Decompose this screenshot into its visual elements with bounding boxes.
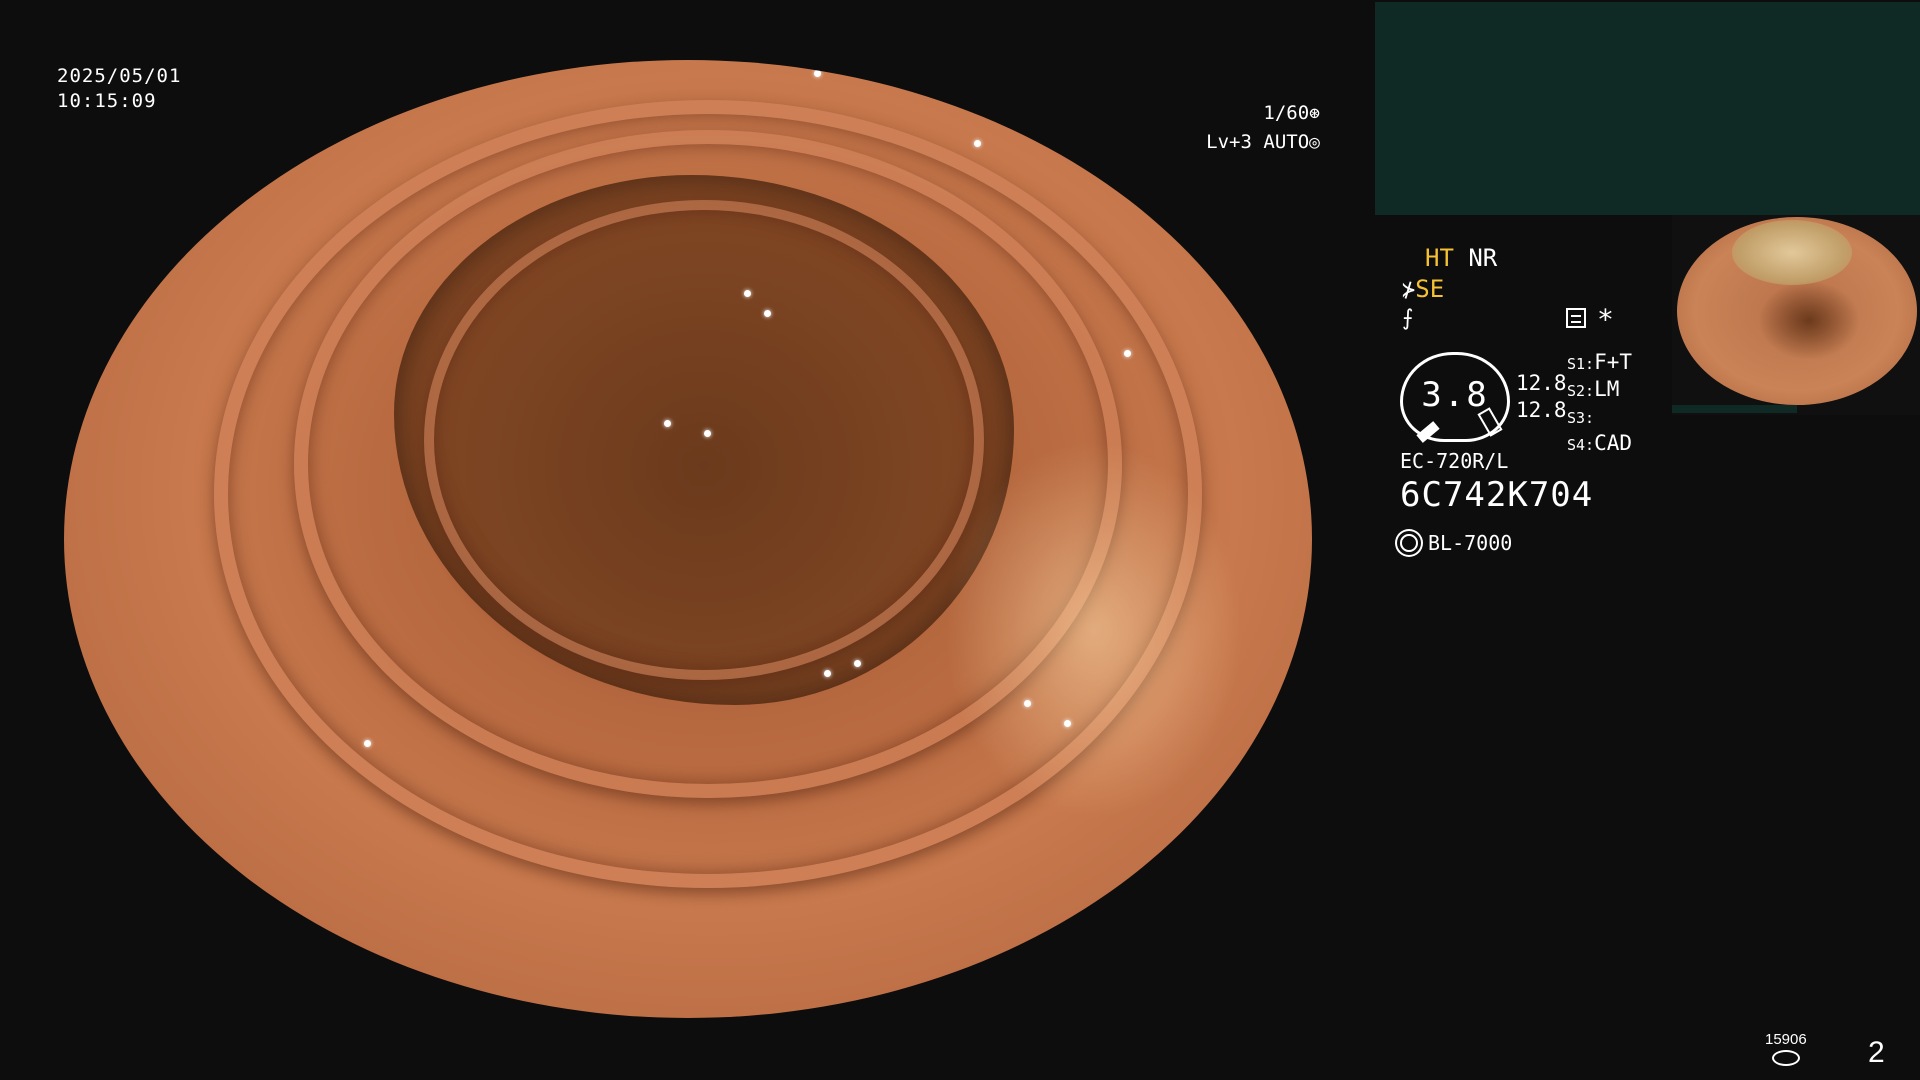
- gauge-upper: 12.8: [1516, 371, 1567, 395]
- secondary-display-panel: [1375, 2, 1920, 215]
- reflection-dot: [1124, 350, 1131, 357]
- reflection-dot: [814, 70, 821, 77]
- endoscope-video-view: [64, 60, 1312, 1018]
- switch-s2: S2:LM: [1567, 377, 1632, 404]
- star-icon: *: [1597, 303, 1614, 336]
- auto-iris-icon: ◎: [1309, 132, 1320, 153]
- date-text: 2025/05/01: [57, 65, 182, 87]
- reflection-dot: [1064, 720, 1071, 727]
- aperture-icon: ⊛: [1309, 103, 1320, 124]
- light-source-icon: [1400, 534, 1418, 552]
- reflection-dot: [704, 430, 711, 437]
- switch-s3: S3:: [1567, 404, 1632, 431]
- reflection-dot: [764, 310, 771, 317]
- reflection-dot: [824, 670, 831, 677]
- thumbnail-froth: [1732, 220, 1852, 285]
- mode-row-ht: HT NR: [1425, 243, 1497, 273]
- timestamp: 2025/05/01 10:15:09: [57, 64, 181, 114]
- switch-s4-label: S4:: [1567, 436, 1595, 454]
- light-source-label: BL-7000: [1428, 531, 1513, 555]
- reflection-dot: [974, 140, 981, 147]
- reflection-dot: [1024, 700, 1031, 707]
- freeze-icon: ⨍: [1402, 306, 1414, 331]
- gauge-needle-left: [1416, 421, 1440, 443]
- switch-s2-label: S2:: [1567, 382, 1595, 400]
- gauge-value: 3.8: [1421, 375, 1489, 415]
- storage-count: 15906: [1765, 1031, 1807, 1048]
- se-indicator: SE: [1415, 275, 1445, 303]
- thumbnail-preview[interactable]: [1672, 215, 1920, 415]
- menu-icon[interactable]: [1566, 308, 1586, 328]
- light-source: BL-7000: [1400, 531, 1512, 555]
- reflection-dot: [744, 290, 751, 297]
- mucosal-fold: [424, 200, 984, 680]
- reflection-dot: [664, 420, 671, 427]
- switch-s1-label: S1:: [1567, 355, 1595, 373]
- nr-indicator: NR: [1468, 244, 1498, 272]
- switch-s2-value: LM: [1594, 377, 1620, 401]
- page-number: 2: [1868, 1036, 1885, 1069]
- light-reflection: [944, 440, 1244, 820]
- switch-s1: S1:F+T: [1567, 350, 1632, 377]
- switch-s3-label: S3:: [1567, 409, 1595, 427]
- endoscopy-screen: 2025/05/01 10:15:09 1/60⊛ Lv+3 AUTO◎ HT …: [0, 0, 1920, 1080]
- reflection-dot: [854, 660, 861, 667]
- shutter-info: 1/60⊛ Lv+3 AUTO◎: [1206, 99, 1320, 157]
- switch-settings: S1:F+T S2:LM S3: S4:CAD: [1567, 350, 1632, 458]
- switch-s1-value: F+T: [1594, 350, 1633, 374]
- reflection-dot: [364, 740, 371, 747]
- switch-s4: S4:CAD: [1567, 431, 1632, 458]
- iris-mode: AUTO: [1263, 131, 1310, 153]
- gauge-lower: 12.8: [1516, 398, 1567, 422]
- zoom-gauge: 3.8: [1400, 352, 1510, 443]
- freeze-row: ⨍: [1402, 302, 1413, 334]
- gauge-values: 12.8 12.8: [1516, 370, 1567, 424]
- ht-indicator: HT: [1425, 244, 1454, 272]
- storage-indicator: 15906: [1765, 1031, 1807, 1066]
- shutter-speed: 1/60: [1263, 102, 1310, 124]
- thumbnail-bar: [1672, 405, 1797, 413]
- brightness-level: Lv+3: [1206, 131, 1252, 153]
- scope-serial: 6C742K704: [1400, 475, 1594, 515]
- time-text: 10:15:09: [57, 90, 157, 112]
- scope-model: EC-720R/L: [1400, 449, 1509, 473]
- disk-icon: [1771, 1050, 1800, 1066]
- switch-s4-value: CAD: [1594, 431, 1633, 455]
